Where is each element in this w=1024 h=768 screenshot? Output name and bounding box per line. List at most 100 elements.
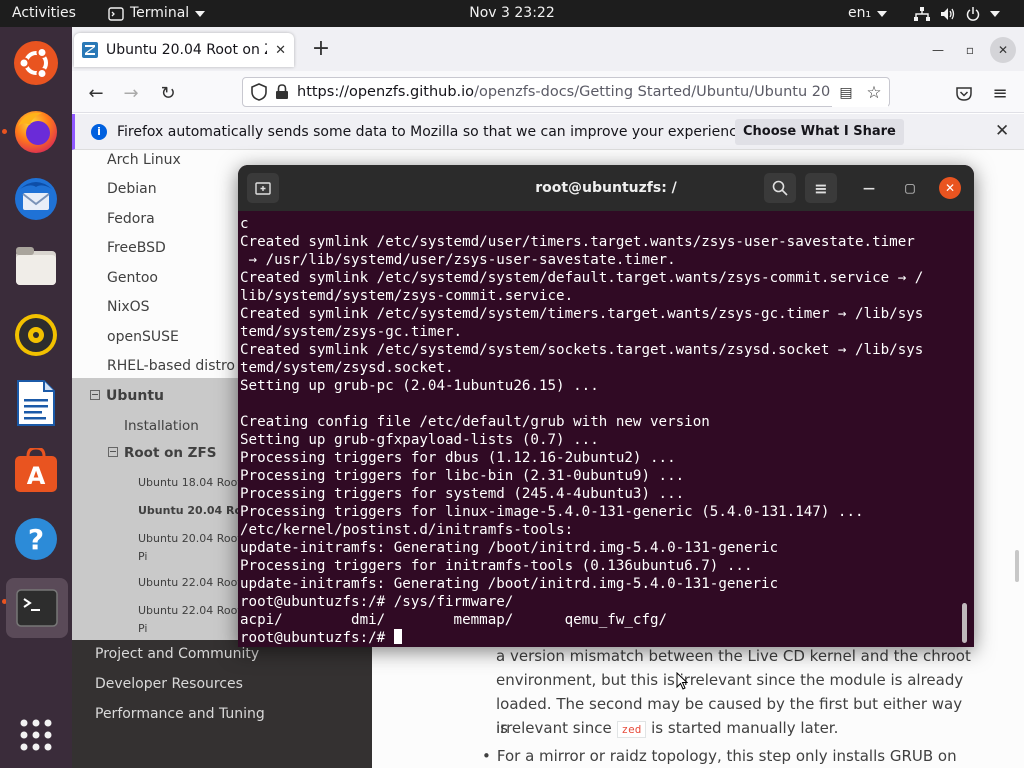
nav-link-freebsd[interactable]: FreeBSD — [107, 240, 166, 256]
close-icon[interactable]: ✕ — [939, 177, 961, 199]
hamburger-menu-icon[interactable]: ≡ — [805, 173, 837, 203]
new-tab-icon[interactable] — [247, 173, 279, 203]
shield-icon[interactable] — [251, 83, 267, 101]
pocket-icon[interactable] — [950, 79, 978, 107]
favicon-icon — [82, 42, 98, 58]
nav-root-on-zfs[interactable]: Root on ZFS — [108, 445, 216, 461]
terminal-line: Created symlink /etc/systemd/system/time… — [240, 306, 924, 322]
minimize-icon[interactable]: — — [925, 37, 951, 63]
bookmark-star-icon[interactable]: ☆ — [860, 79, 888, 107]
terminal-line: Processing triggers for linux-image-5.4.… — [240, 504, 864, 520]
nav-developer-resources[interactable]: Developer Resources — [95, 676, 243, 692]
nav-performance-tuning[interactable]: Performance and Tuning — [95, 706, 265, 722]
svg-text:?: ? — [28, 523, 44, 556]
terminal-scrollbar[interactable] — [962, 603, 967, 643]
nav-link-nixos[interactable]: NixOS — [107, 299, 150, 315]
language-menu[interactable]: en₁ — [848, 0, 888, 27]
terminal-line: lib/systemd/system/zsys-commit.service. — [240, 288, 574, 304]
menu-icon[interactable]: ≡ — [986, 79, 1014, 107]
terminal-window: root@ubuntuzfs: / ≡ — ▢ ✕ c Created symli… — [238, 165, 974, 647]
tab-bar: Ubuntu 20.04 Root on ZFS ✕ + — ▫ ✕ — [72, 27, 1024, 71]
forward-icon[interactable]: → — [117, 79, 145, 107]
terminal-app-icon — [108, 6, 124, 21]
dock-ubuntu-icon[interactable] — [8, 35, 64, 91]
page-scrollbar[interactable] — [1015, 550, 1019, 582]
nav-project-community[interactable]: Project and Community — [95, 646, 259, 662]
terminal-line: /etc/kernel/postinst.d/initramfs-tools: — [240, 522, 574, 538]
mouse-cursor-icon — [676, 672, 688, 690]
terminal-cursor — [393, 629, 402, 644]
maximize-icon[interactable]: ▫ — [957, 37, 983, 63]
nav-link-rhel[interactable]: RHEL-based distro — [107, 358, 235, 374]
reload-icon[interactable]: ↻ — [154, 79, 182, 107]
docs-nav-bottom: Project and Community Developer Resource… — [72, 640, 372, 768]
terminal-line: Created symlink /etc/systemd/system/defa… — [240, 270, 924, 286]
terminal-header: root@ubuntuzfs: / ≡ — ▢ ✕ — [238, 165, 974, 211]
nav-link-gentoo[interactable]: Gentoo — [107, 270, 158, 286]
activities-button[interactable]: Activities — [12, 0, 76, 27]
new-tab-button[interactable]: + — [308, 37, 334, 63]
nav-ubuntu-2204[interactable]: Ubuntu 22.04 Root — [138, 574, 242, 592]
close-window-icon[interactable]: ✕ — [990, 37, 1016, 63]
dock-writer-icon[interactable] — [8, 375, 64, 431]
nav-link-debian[interactable]: Debian — [107, 181, 157, 197]
clock-label[interactable]: Nov 3 23:22 — [469, 5, 554, 21]
collapse-icon[interactable] — [90, 390, 100, 400]
svg-text:A: A — [27, 462, 46, 490]
system-menu[interactable] — [914, 0, 1000, 27]
notification-bar: i Firefox automatically sends some data … — [72, 114, 1024, 150]
language-label: en₁ — [848, 5, 872, 21]
search-icon[interactable] — [764, 173, 796, 203]
maximize-icon[interactable]: ▢ — [899, 177, 921, 199]
terminal-line: temd/system/zsysd.socket. — [240, 360, 454, 376]
dock-help-icon[interactable]: ? — [8, 511, 64, 567]
reader-view-icon[interactable]: ▤ — [832, 79, 860, 107]
terminal-line: acpi/ dmi/ memmap/ qemu_fw_cfg/ — [240, 612, 668, 628]
url-bar[interactable]: https://openzfs.github.io/openzfs-docs/G… — [242, 77, 890, 107]
chevron-down-icon — [877, 10, 888, 17]
tab-title: Ubuntu 20.04 Root on ZFS — [106, 42, 267, 58]
terminal-line: c — [240, 216, 249, 232]
dock-files-icon[interactable] — [8, 239, 64, 295]
inline-code: zed — [616, 721, 647, 738]
dock-terminal-icon[interactable] — [6, 578, 68, 638]
dock-thunderbird-icon[interactable] — [8, 171, 64, 227]
nav-link-opensuse[interactable]: openSUSE — [107, 329, 179, 345]
dock-software-icon[interactable]: A — [8, 443, 64, 499]
terminal-line: update-initramfs: Generating /boot/initr… — [240, 576, 779, 592]
terminal-line: temd/system/zsys-gc.timer. — [240, 324, 463, 340]
terminal-line: Processing triggers for systemd (245.4-4… — [240, 486, 685, 502]
power-icon — [966, 6, 980, 21]
terminal-line: root@ubuntuzfs:/# /sys/firmware/ — [240, 594, 514, 610]
paragraph-line: environment, but this is irrelevant sinc… — [496, 671, 964, 689]
dock-rhythmbox-icon[interactable] — [8, 307, 64, 363]
info-icon: i — [91, 123, 107, 140]
close-notification-icon[interactable]: ✕ — [995, 121, 1009, 141]
paragraph-line: a version mismatch between the Live CD k… — [496, 647, 971, 665]
lock-icon[interactable] — [275, 84, 289, 100]
app-menu[interactable]: Terminal — [108, 0, 206, 27]
terminal-line: Setting up grub-gfxpayload-lists (0.7) .… — [240, 432, 599, 448]
nav-installation[interactable]: Installation — [124, 418, 199, 434]
nav-ubuntu[interactable]: Ubuntu — [90, 388, 164, 404]
terminal-line: Processing triggers for dbus (1.12.16-2u… — [240, 450, 676, 466]
nav-link-fedora[interactable]: Fedora — [107, 211, 155, 227]
close-tab-icon[interactable]: ✕ — [275, 43, 286, 58]
nav-ubuntu-2204-pi[interactable]: Ubuntu 22.04 Root Pi — [138, 602, 242, 638]
dock-firefox-icon[interactable] — [8, 103, 64, 159]
back-icon[interactable]: ← — [82, 79, 110, 107]
show-applications-icon[interactable] — [8, 707, 64, 763]
choose-what-i-share-button[interactable]: Choose What I Share — [735, 119, 904, 145]
collapse-icon[interactable] — [108, 447, 118, 457]
bullet-item: • For a mirror or raidz topology, this st… — [482, 747, 957, 765]
terminal-line: Created symlink /etc/systemd/user/timers… — [240, 234, 915, 250]
nav-link-arch[interactable]: Arch Linux — [107, 152, 181, 168]
terminal-line: Creating config file /etc/default/grub w… — [240, 414, 710, 430]
nav-ubuntu-1804[interactable]: Ubuntu 18.04 Root — [138, 474, 242, 492]
browser-tab[interactable]: Ubuntu 20.04 Root on ZFS ✕ — [74, 33, 294, 67]
minimize-icon[interactable]: — — [858, 177, 880, 199]
terminal-output[interactable]: c Created symlink /etc/systemd/user/timer… — [240, 215, 962, 646]
nav-ubuntu-2004-pi[interactable]: Ubuntu 20.04 Root Pi — [138, 530, 242, 566]
chevron-down-icon — [990, 10, 1000, 17]
